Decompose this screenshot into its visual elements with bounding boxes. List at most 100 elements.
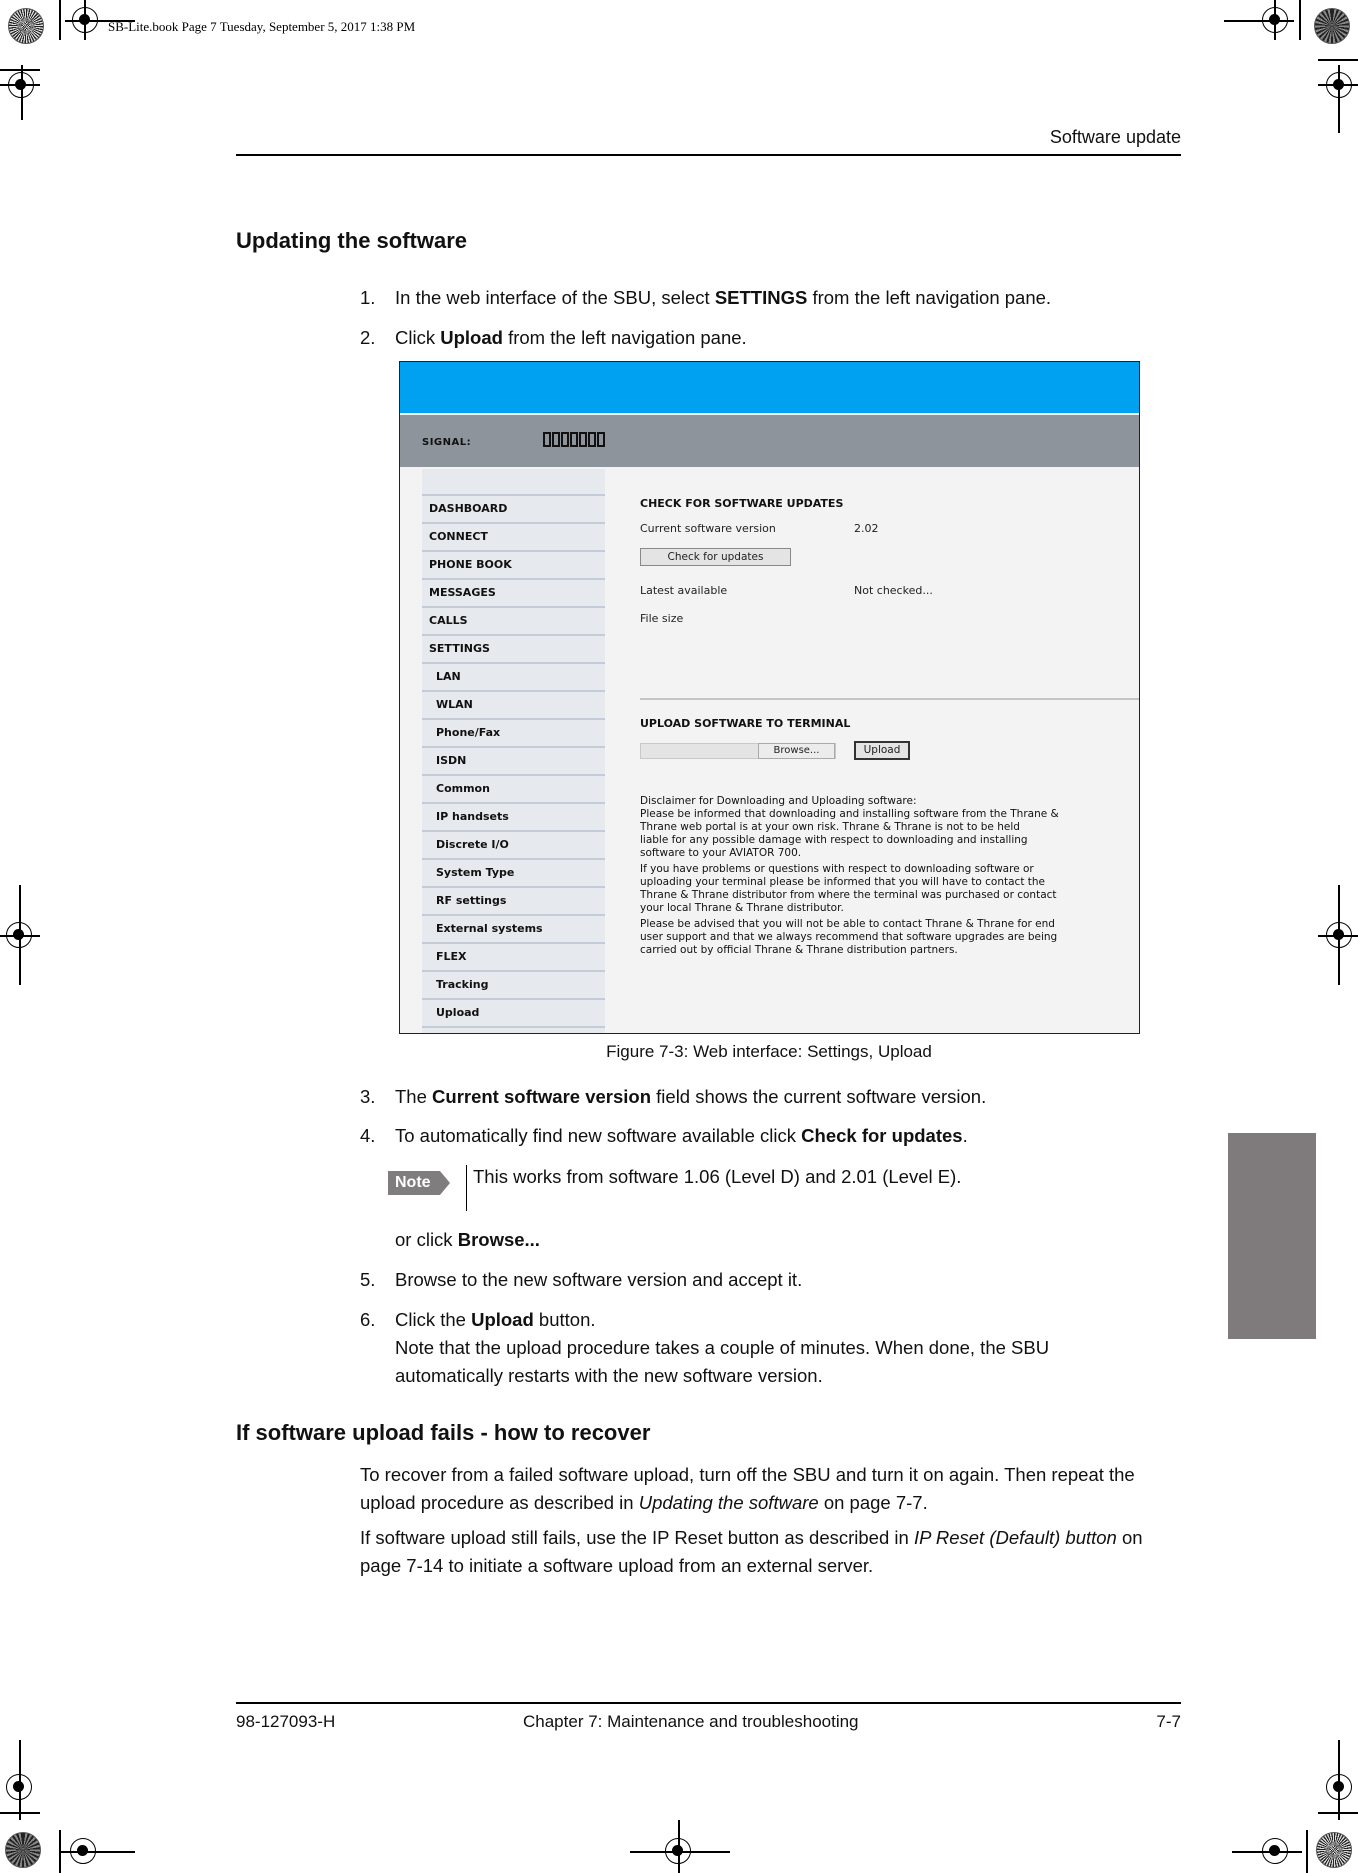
subnav-item-phone-fax[interactable]: Phone/Fax <box>422 720 605 748</box>
subnav-item-wlan[interactable]: WLAN <box>422 692 605 720</box>
step-text: Click <box>395 327 441 348</box>
crop-mark <box>1338 65 1340 133</box>
subnav-item-tracking[interactable]: Tracking <box>422 972 605 1000</box>
subnav-item-system-type[interactable]: System Type <box>422 860 605 888</box>
crop-mark <box>0 84 40 86</box>
print-mark-sunburst-icon <box>1316 1832 1352 1868</box>
recovery-paragraph-1: To recover from a failed software upload… <box>360 1461 1185 1517</box>
step-text: . <box>962 1125 968 1146</box>
signal-bar <box>561 432 569 447</box>
signal-bar <box>543 432 551 447</box>
crop-mark <box>1224 20 1294 22</box>
crop-mark <box>1306 1830 1308 1873</box>
step-text: field shows the current software version… <box>651 1086 987 1107</box>
latest-available-label: Latest available <box>640 584 728 597</box>
crop-mark <box>1274 0 1276 40</box>
crop-mark <box>0 1812 40 1814</box>
chapter-thumb-tab <box>1228 1133 1316 1339</box>
header-rule <box>236 154 1181 156</box>
step-bold-term: Current software version <box>432 1086 652 1107</box>
nav-item-phone-book[interactable]: PHONE BOOK <box>422 552 605 580</box>
support-contact-text: If you have problems or questions with r… <box>640 863 1057 914</box>
signal-bar <box>552 432 560 447</box>
step-text: from the left navigation pane. <box>807 287 1052 308</box>
cross-reference-link[interactable]: Updating the software <box>639 1492 819 1513</box>
crop-mark <box>60 1851 135 1853</box>
crop-mark <box>0 935 40 937</box>
subnav-item-lan[interactable]: LAN <box>422 664 605 692</box>
running-head: Software update <box>1049 127 1181 147</box>
web-interface-figure: SIGNAL: DASHBOARD CONNECT PHONE BOOK MESSAG… <box>399 361 1140 1034</box>
nav-item-connect[interactable]: CONNECT <box>422 524 605 552</box>
upload-software-title: UPLOAD SOFTWARE TO TERMINAL <box>640 717 851 730</box>
step-1: 1. In the web interface of the SBU, sele… <box>360 284 1180 312</box>
crop-mark <box>1318 84 1358 86</box>
current-version-value: 2.02 <box>854 522 879 535</box>
step-6: 6. Click the Upload button. Note that th… <box>360 1306 1180 1390</box>
cross-reference-link[interactable]: IP Reset (Default) button <box>914 1527 1117 1548</box>
print-mark-sunburst-icon <box>8 8 44 44</box>
section-heading: Updating the software <box>236 228 468 253</box>
crop-mark <box>1232 1851 1302 1853</box>
upload-button[interactable]: Upload <box>854 741 910 760</box>
doc-number: 98-127093-H <box>236 1712 336 1731</box>
step-text: To automatically find new software avail… <box>395 1125 802 1146</box>
step-text: button. <box>533 1309 596 1330</box>
crop-mark <box>678 1820 680 1873</box>
nav-item-dashboard[interactable]: DASHBOARD <box>422 496 605 524</box>
step-bold-term: Upload <box>440 327 503 348</box>
subnav-item-discrete-i-o[interactable]: Discrete I/O <box>422 832 605 860</box>
check-for-updates-button[interactable]: Check for updates <box>640 548 791 566</box>
signal-bar <box>570 432 578 447</box>
step-bold-term: SETTINGS <box>714 287 808 308</box>
nav-item-calls[interactable]: CALLS <box>422 608 605 636</box>
paragraph-text: If software upload still fails, use the … <box>360 1527 914 1548</box>
subnav-item-upload[interactable]: Upload <box>422 1000 605 1028</box>
file-size-label: File size <box>640 612 684 625</box>
subnav-item-common[interactable]: Common <box>422 776 605 804</box>
subnav-item-ip-handsets[interactable]: IP handsets <box>422 804 605 832</box>
step-text: The <box>395 1086 433 1107</box>
note-badge: Note <box>388 1171 450 1195</box>
signal-bar <box>588 432 596 447</box>
step-text: Browse to the new software version and a… <box>395 1269 803 1290</box>
browse-button[interactable]: Browse... <box>758 743 835 759</box>
print-mark-sunburst-icon <box>5 1832 41 1868</box>
nav-item-messages[interactable]: MESSAGES <box>422 580 605 608</box>
subnav-item-rf-settings[interactable]: RF settings <box>422 888 605 916</box>
subnav-item-external-systems[interactable]: External systems <box>422 916 605 944</box>
footer-rule <box>236 1702 1181 1704</box>
web-header-banner <box>400 362 1139 413</box>
crop-mark <box>1318 1812 1358 1814</box>
latest-available-value: Not checked... <box>854 584 933 597</box>
print-mark-sunburst-icon <box>1314 8 1350 44</box>
crop-mark <box>21 65 23 120</box>
section-heading: If software upload fails - how to recove… <box>236 1420 651 1445</box>
subnav-item-flex[interactable]: FLEX <box>422 944 605 972</box>
step-number: 1. <box>360 287 376 308</box>
print-slug: SB-Lite.book Page 7 Tuesday, September 5… <box>108 19 416 34</box>
step-5: 5. Browse to the new software version an… <box>360 1266 1180 1294</box>
step-number: 4. <box>360 1125 376 1146</box>
step-3: 3. The Current software version field sh… <box>360 1083 1180 1111</box>
or-click-browse: or click Browse... <box>395 1226 1220 1254</box>
crop-mark <box>1318 59 1358 61</box>
step-bold-term: Check for updates <box>801 1125 963 1146</box>
step-number: 2. <box>360 327 376 348</box>
crop-mark <box>630 1851 730 1853</box>
signal-label: SIGNAL: <box>422 437 472 448</box>
nav-item-settings[interactable]: SETTINGS <box>422 636 605 664</box>
step-4: 4. To automatically find new software av… <box>360 1122 1180 1150</box>
chapter-title: Chapter 7: Maintenance and troubleshooti… <box>523 1712 859 1731</box>
check-updates-title: CHECK FOR SOFTWARE UPDATES <box>640 497 844 510</box>
section-divider <box>640 698 1139 700</box>
figure-caption: Figure 7-3: Web interface: Settings, Upl… <box>606 1042 932 1061</box>
step-bold-term: Upload <box>471 1309 534 1330</box>
page-number: 7-7 <box>1156 1712 1181 1731</box>
signal-bar <box>597 432 605 447</box>
left-navigation-pane: DASHBOARD CONNECT PHONE BOOK MESSAGES CALLS S… <box>422 469 605 1033</box>
subnav-item-isdn[interactable]: ISDN <box>422 748 605 776</box>
file-path-input[interactable]: Browse... <box>640 743 836 759</box>
step-text: from the left navigation pane. <box>502 327 747 348</box>
crop-mark <box>59 0 61 40</box>
